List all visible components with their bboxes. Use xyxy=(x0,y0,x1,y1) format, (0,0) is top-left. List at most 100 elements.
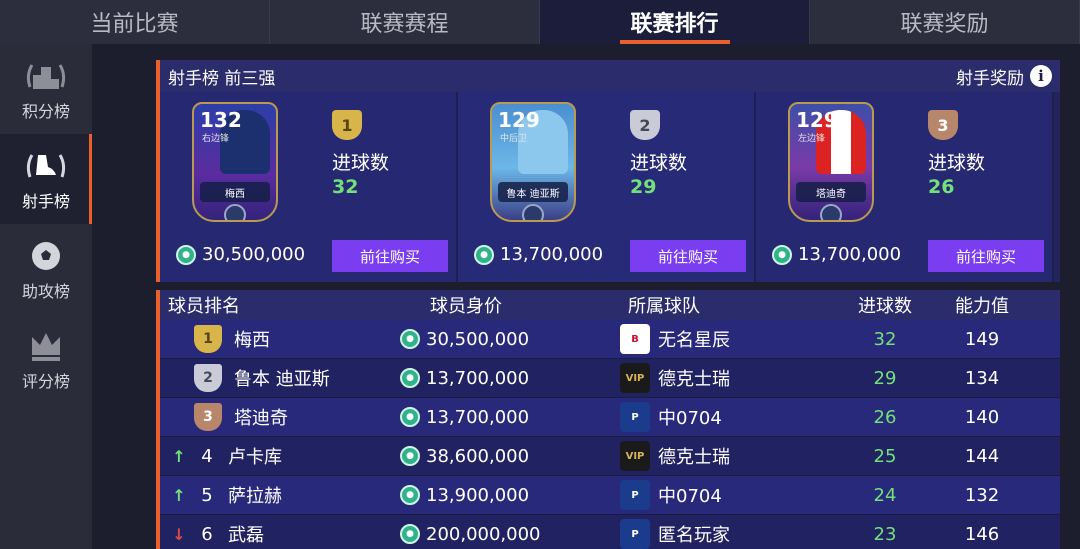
coin-icon: ● xyxy=(400,368,420,388)
player-cell: 1 梅西 xyxy=(160,325,400,353)
top-scorers-panel: 射手榜 前三强 射手奖励 i 132 右边锋 梅西 1 进球数 32 ● 30,… xyxy=(156,60,1060,282)
coin-icon: ● xyxy=(474,244,494,265)
scorer-reward-link[interactable]: 射手奖励 i xyxy=(956,64,1052,89)
team-cell: P 匿名玩家 xyxy=(620,519,838,549)
team-name: 中0704 xyxy=(658,408,722,429)
price-value: 30,500,000 xyxy=(202,244,306,265)
main-content: 射手榜 前三强 射手奖励 i 132 右边锋 梅西 1 进球数 32 ● 30,… xyxy=(92,44,1080,549)
header-team: 所属球队 xyxy=(628,296,700,317)
ability-cell: 149 xyxy=(964,328,1000,350)
sidebar-label-assists: 助攻榜 xyxy=(21,282,70,301)
boot-icon xyxy=(24,146,68,186)
player-cell: 3 塔迪奇 xyxy=(160,403,400,431)
podium-icon xyxy=(24,56,68,96)
rank-number: 5 xyxy=(201,484,213,506)
price-value: 200,000,000 xyxy=(426,523,541,545)
sidebar-item-assists[interactable]: 助攻榜 xyxy=(0,224,92,314)
goals-cell: 23 xyxy=(873,523,897,545)
rank-3-shield-icon: 3 xyxy=(928,110,958,140)
table-row[interactable]: ↑ 5 萨拉赫 ● 13,900,000 P 中0704 24 132 xyxy=(160,476,1060,515)
sidebar-item-scorers[interactable]: 射手榜 xyxy=(0,134,92,224)
team-crest-icon: B xyxy=(620,324,650,354)
goals-value: 29 xyxy=(630,176,657,198)
card-rating: 129 xyxy=(796,108,838,132)
table-body: 1 梅西 ● 30,500,000 B 无名星辰 32 149 2 鲁本 迪亚斯 ● 13,700,0… xyxy=(160,320,1060,549)
price-cell: ● 13,900,000 xyxy=(400,485,620,506)
coin-icon: ● xyxy=(176,244,196,265)
team-crest-icon: VIP xyxy=(620,441,650,471)
coin-icon: ● xyxy=(400,407,420,427)
rank-shield-icon: 3 xyxy=(194,403,222,431)
card-position: 中后卫 xyxy=(500,134,528,144)
rank-number: 4 xyxy=(201,445,213,467)
player-card[interactable]: 132 右边锋 梅西 xyxy=(192,102,278,222)
card-badge-icon xyxy=(522,204,544,220)
team-cell: B 无名星辰 xyxy=(620,324,838,354)
rank-2-shield-icon: 2 xyxy=(630,110,660,140)
info-icon[interactable]: i xyxy=(1030,65,1052,87)
goals-cell: 24 xyxy=(873,484,897,506)
price-row: ● 13,700,000 xyxy=(474,244,603,265)
team-crest-icon: P xyxy=(620,402,650,432)
tab-current-match[interactable]: 当前比赛 xyxy=(0,0,270,44)
price-row: ● 30,500,000 xyxy=(176,244,305,265)
goals-value: 26 xyxy=(928,176,955,198)
team-name: 中0704 xyxy=(658,486,722,507)
team-name: 德克士瑞 xyxy=(658,447,730,468)
price-cell: ● 13,700,000 xyxy=(400,407,620,428)
table-row[interactable]: ↓ 6 武磊 ● 200,000,000 P 匿名玩家 23 146 xyxy=(160,515,1060,549)
table-row[interactable]: 2 鲁本 迪亚斯 ● 13,700,000 VIP 德克士瑞 29 134 xyxy=(160,359,1060,398)
buy-button[interactable]: 前往购买 xyxy=(928,240,1044,272)
team-name: 无名星辰 xyxy=(658,330,730,351)
ability-cell: 146 xyxy=(964,523,1000,545)
sidebar-item-standings[interactable]: 积分榜 xyxy=(0,44,92,134)
panel-header: 射手榜 前三强 射手奖励 i xyxy=(160,60,1060,92)
player-name: 鲁本 迪亚斯 xyxy=(234,369,330,390)
ball-icon xyxy=(24,236,68,276)
sidebar-label-scorers: 射手榜 xyxy=(21,192,70,211)
price-cell: ● 200,000,000 xyxy=(400,524,620,545)
header-goals: 进球数 xyxy=(858,296,912,317)
rank-shield-icon: 1 xyxy=(194,325,222,353)
player-cell: ↑ 5 萨拉赫 xyxy=(160,482,400,508)
crown-icon xyxy=(24,326,68,366)
buy-button[interactable]: 前往购买 xyxy=(630,240,746,272)
table-row[interactable]: 1 梅西 ● 30,500,000 B 无名星辰 32 149 xyxy=(160,320,1060,359)
player-cell: ↑ 4 卢卡库 xyxy=(160,443,400,469)
team-cell: VIP 德克士瑞 xyxy=(620,363,838,393)
price-cell: ● 38,600,000 xyxy=(400,446,620,467)
team-cell: VIP 德克士瑞 xyxy=(620,441,838,471)
table-row[interactable]: ↑ 4 卢卡库 ● 38,600,000 VIP 德克士瑞 25 144 xyxy=(160,437,1060,476)
rank-shield-icon: 2 xyxy=(194,364,222,392)
sidebar-item-ratings[interactable]: 评分榜 xyxy=(0,314,92,404)
tab-league-rewards[interactable]: 联赛奖励 xyxy=(810,0,1080,44)
header-ability: 能力值 xyxy=(955,296,1009,317)
coin-icon: ● xyxy=(400,524,420,544)
goals-cell: 32 xyxy=(873,328,897,350)
player-card[interactable]: 129 中后卫 鲁本 迪亚斯 xyxy=(490,102,576,222)
panel-title: 射手榜 前三强 xyxy=(168,68,276,89)
sidebar-label-standings: 积分榜 xyxy=(21,102,70,121)
player-name: 武磊 xyxy=(228,525,264,546)
goals-cell: 29 xyxy=(873,367,897,389)
card-player-name: 塔迪奇 xyxy=(796,182,866,202)
card-position: 右边锋 xyxy=(202,134,230,144)
table-row[interactable]: 3 塔迪奇 ● 13,700,000 P 中0704 26 140 xyxy=(160,398,1060,437)
team-cell: P 中0704 xyxy=(620,480,838,510)
player-name: 萨拉赫 xyxy=(228,486,282,507)
team-cell: P 中0704 xyxy=(620,402,838,432)
buy-button[interactable]: 前往购买 xyxy=(332,240,448,272)
top-tab-bar: 当前比赛 联赛赛程 联赛排行 联赛奖励 xyxy=(0,0,1080,44)
player-name: 卢卡库 xyxy=(228,447,282,468)
team-crest-icon: VIP xyxy=(620,363,650,393)
top-three-list: 132 右边锋 梅西 1 进球数 32 ● 30,500,000 前往购买 12… xyxy=(160,92,1060,282)
top-scorer-card: 132 右边锋 梅西 1 进球数 32 ● 30,500,000 前往购买 xyxy=(160,92,458,282)
tab-league-schedule[interactable]: 联赛赛程 xyxy=(270,0,540,44)
coin-icon: ● xyxy=(400,446,420,466)
card-rating: 129 xyxy=(498,108,540,132)
goals-label: 进球数 xyxy=(630,152,688,174)
card-player-name: 梅西 xyxy=(200,182,270,202)
tab-league-ranking[interactable]: 联赛排行 xyxy=(540,0,810,44)
player-card[interactable]: 129 左边锋 塔迪奇 xyxy=(788,102,874,222)
scorer-reward-label: 射手奖励 xyxy=(956,68,1024,89)
